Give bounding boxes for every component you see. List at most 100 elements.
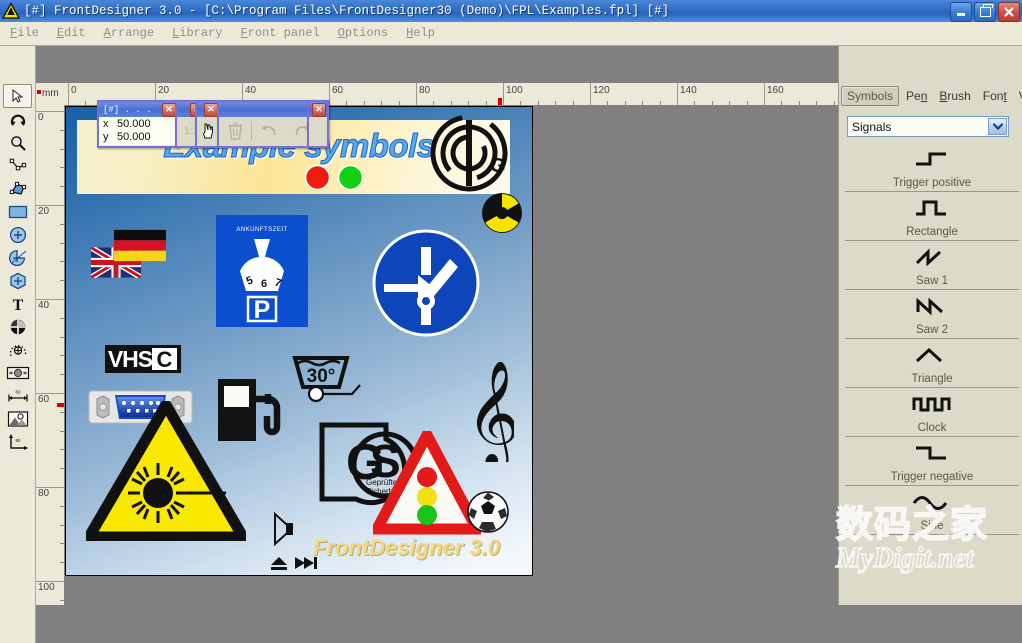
menu-file[interactable]: File bbox=[2, 25, 47, 41]
red-led[interactable] bbox=[304, 164, 331, 196]
minimize-button[interactable] bbox=[950, 2, 972, 22]
window-controls bbox=[950, 2, 1020, 22]
close-button[interactable] bbox=[998, 2, 1020, 22]
polygon-tool[interactable] bbox=[4, 178, 31, 200]
axis-tool[interactable]: 90 bbox=[4, 431, 31, 453]
ruler-label: 80 bbox=[38, 488, 50, 499]
tab-symbols[interactable]: Symbols bbox=[841, 86, 900, 106]
list-item[interactable]: Trigger positive bbox=[845, 143, 1019, 192]
svg-text:C: C bbox=[157, 347, 173, 372]
ruler-label: 60 bbox=[332, 85, 344, 96]
dimension-tool[interactable]: 60 bbox=[4, 385, 31, 407]
select-arrow-tool[interactable] bbox=[3, 84, 32, 108]
ruler-label: 80 bbox=[419, 85, 431, 96]
coordinate-row-x: x 50.000 bbox=[99, 117, 177, 130]
saw1-icon bbox=[912, 246, 952, 273]
hexagon-tool[interactable] bbox=[4, 270, 31, 292]
led-tool[interactable] bbox=[4, 362, 31, 384]
extra-palette[interactable]: ✕ bbox=[307, 100, 329, 148]
trigger-negative-icon bbox=[912, 442, 952, 469]
polyline-tool[interactable] bbox=[4, 155, 31, 177]
vertical-ruler[interactable]: 0 20 40 60 80 100 bbox=[36, 105, 65, 605]
pointer-palette-body bbox=[197, 117, 219, 145]
right-panel: Symbols Pen Brush Font View Signals Trig… bbox=[838, 46, 1022, 605]
svg-text:60: 60 bbox=[15, 390, 21, 395]
speaker-icon[interactable] bbox=[272, 511, 294, 551]
symbol-list[interactable]: Trigger positive Rectangle Saw 1 Saw 2 T… bbox=[845, 143, 1019, 535]
tab-view[interactable]: View bbox=[1014, 87, 1022, 105]
radiation-symbol[interactable] bbox=[481, 192, 523, 239]
extra-palette-close[interactable]: ✕ bbox=[312, 103, 326, 117]
crosshair-tool[interactable] bbox=[4, 316, 31, 338]
workspace[interactable]: Example symbols VHS bbox=[64, 105, 838, 605]
undo-icon bbox=[261, 125, 275, 136]
list-item[interactable]: Saw 2 bbox=[845, 290, 1019, 339]
undo-button[interactable] bbox=[252, 124, 285, 138]
rotate-tool[interactable] bbox=[4, 109, 31, 131]
vhsc-logo[interactable]: VHS C bbox=[104, 344, 182, 379]
restore-button[interactable] bbox=[974, 2, 996, 22]
eject-icon[interactable] bbox=[270, 555, 288, 575]
green-led[interactable] bbox=[337, 164, 364, 196]
trash-icon bbox=[228, 122, 242, 140]
soccer-ball[interactable] bbox=[467, 491, 509, 538]
svg-text:ANKUNFTSZEIT: ANKUNFTSZEIT bbox=[236, 227, 287, 233]
coordinates-palette-titlebar[interactable]: [#] . . . ✕ bbox=[99, 102, 177, 117]
list-item[interactable]: Saw 1 bbox=[845, 241, 1019, 290]
list-item[interactable]: Clock bbox=[845, 388, 1019, 437]
pointer-palette-titlebar[interactable]: ✕ bbox=[197, 102, 219, 117]
list-item[interactable]: Sine bbox=[845, 486, 1019, 535]
tab-pen[interactable]: Pen bbox=[901, 87, 932, 105]
ruler-label: 20 bbox=[38, 206, 50, 217]
svg-text:G: G bbox=[490, 155, 506, 177]
list-item-label: Sine bbox=[920, 520, 944, 532]
vde-gs-logo[interactable]: G bbox=[430, 114, 508, 197]
svg-text:90: 90 bbox=[15, 438, 21, 443]
coordinates-palette[interactable]: [#] . . . ✕ x 50.000 y 50.000 bbox=[97, 100, 179, 148]
text-tool[interactable]: T bbox=[4, 293, 31, 315]
pointer-palette-close[interactable]: ✕ bbox=[204, 103, 218, 117]
menu-help[interactable]: Help bbox=[398, 25, 443, 41]
window-title: [#] FrontDesigner 3.0 - [C:\Program File… bbox=[24, 4, 670, 18]
circle-tool[interactable] bbox=[4, 224, 31, 246]
switch-mandatory-sign[interactable] bbox=[372, 229, 480, 342]
menu-options[interactable]: Options bbox=[330, 25, 396, 41]
zoom-tool[interactable] bbox=[4, 132, 31, 154]
scale-dial-tool[interactable] bbox=[4, 339, 31, 361]
saw2-icon bbox=[912, 295, 952, 322]
svg-text:P: P bbox=[254, 296, 271, 324]
wash-30-symbol[interactable]: 30° bbox=[292, 353, 370, 410]
title-bar: [#] FrontDesigner 3.0 - [C:\Program File… bbox=[0, 0, 1022, 22]
extra-palette-titlebar[interactable]: ✕ bbox=[309, 102, 327, 117]
rectangle-tool[interactable] bbox=[4, 201, 31, 223]
coordinates-palette-title: [#] . . . bbox=[103, 104, 152, 115]
trigger-positive-icon bbox=[912, 148, 952, 175]
list-item[interactable]: Trigger negative bbox=[845, 437, 1019, 486]
menu-front-panel[interactable]: Front panel bbox=[232, 25, 327, 41]
menu-arrange[interactable]: Arrange bbox=[96, 25, 162, 41]
delete-button[interactable] bbox=[219, 122, 251, 140]
parking-disc-sign[interactable]: ANKUNFTSZEIT 5 6 7 P bbox=[216, 215, 308, 332]
menu-edit[interactable]: Edit bbox=[49, 25, 94, 41]
list-item[interactable]: Rectangle bbox=[845, 192, 1019, 241]
arc-tool[interactable] bbox=[4, 247, 31, 269]
image-tool[interactable] bbox=[4, 408, 31, 430]
chevron-down-icon[interactable] bbox=[988, 118, 1007, 135]
traffic-light-triangle-sign[interactable] bbox=[367, 423, 487, 540]
tab-font[interactable]: Font bbox=[978, 87, 1012, 105]
ruler-corner: mm bbox=[36, 83, 65, 106]
list-item-label: Clock bbox=[917, 422, 947, 434]
ruler-cursor-marker bbox=[498, 98, 502, 105]
laser-warning-triangle[interactable] bbox=[79, 394, 253, 546]
german-flag[interactable] bbox=[114, 229, 166, 267]
svg-text:30°: 30° bbox=[307, 366, 336, 387]
design-canvas[interactable]: Example symbols VHS bbox=[65, 106, 533, 576]
coordinates-palette-close[interactable]: ✕ bbox=[162, 103, 176, 117]
svg-text:VHS: VHS bbox=[108, 346, 153, 372]
ruler-label: 160 bbox=[767, 85, 784, 96]
list-item[interactable]: Triangle bbox=[845, 339, 1019, 388]
ruler-label: 0 bbox=[38, 112, 44, 123]
tab-brush[interactable]: Brush bbox=[934, 87, 975, 105]
menu-library[interactable]: Library bbox=[164, 25, 230, 41]
symbol-category-select[interactable]: Signals bbox=[847, 116, 1009, 137]
